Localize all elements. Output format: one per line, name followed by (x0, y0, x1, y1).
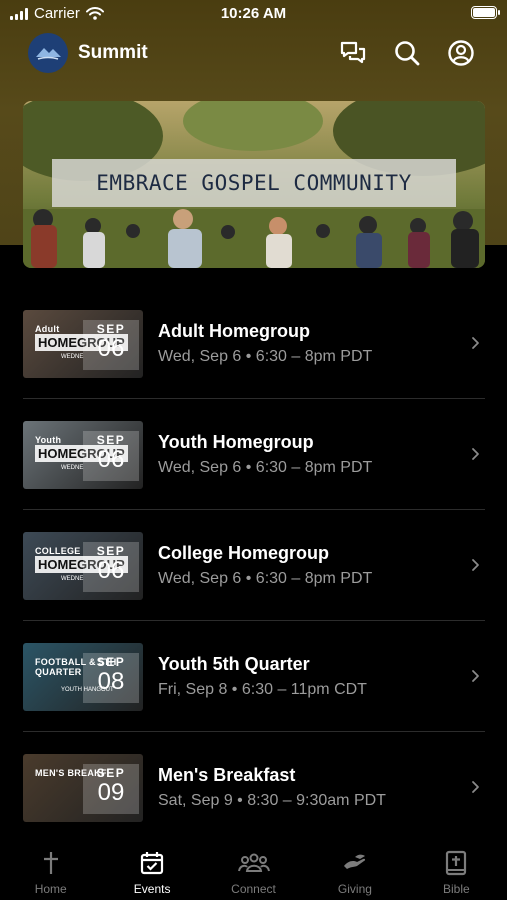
battery-icon (471, 6, 500, 19)
event-datetime: Fri, Sep 8 • 6:30 – 11pm CDT (158, 681, 367, 698)
tab-connect[interactable]: Connect (203, 842, 304, 900)
chevron-right-icon (472, 781, 479, 793)
chat-bubbles-icon (340, 41, 366, 64)
thumbnail-tag: Youth (35, 435, 62, 445)
status-bar: Carrier 10:26 AM (0, 0, 507, 28)
chevron-right-icon (472, 670, 479, 682)
tab-home[interactable]: Home (0, 842, 101, 900)
date-month: SEP (96, 322, 126, 336)
event-row[interactable]: MEN'S BREAKF SEP 09 Men's Breakfast Sat,… (23, 732, 485, 843)
event-datetime: Wed, Sep 6 • 6:30 – 8pm PDT (158, 348, 373, 365)
date-badge: SEP 06 (83, 542, 139, 592)
banner-title: EMBRACE GOSPEL COMMUNITY (52, 159, 456, 207)
summit-logo[interactable] (28, 33, 68, 73)
tab-bar: Home Events Connect Giving Bible (0, 842, 507, 900)
event-thumbnail: Adult HOMEGROUP WEDNE SEP 06 (23, 310, 143, 378)
tab-label: Events (133, 882, 171, 896)
event-title: Youth Homegroup (158, 432, 314, 452)
app-header: Summit (0, 30, 507, 76)
date-day: 06 (97, 557, 125, 584)
people-group-icon (237, 853, 270, 872)
status-time: 10:26 AM (220, 5, 287, 22)
chevron-right-icon (472, 559, 479, 571)
thumbnail-tag: Adult (35, 324, 60, 334)
event-datetime: Sat, Sep 9 • 8:30 – 9:30am PDT (158, 792, 386, 809)
thumbnail-caption: WEDNE (61, 354, 84, 360)
event-row[interactable]: COLLEGE HOMEGROUP WEDNE SEP 06 College H… (23, 510, 485, 621)
messages-button[interactable] (338, 38, 368, 68)
tab-bible[interactable]: Bible (406, 842, 507, 900)
event-row[interactable]: Youth HOMEGROUP WEDNE SEP 06 Youth Homeg… (23, 399, 485, 510)
date-badge: SEP 08 (83, 653, 139, 703)
tab-label: Home (34, 882, 67, 896)
date-month: SEP (96, 766, 126, 780)
event-thumbnail: MEN'S BREAKF SEP 09 (23, 754, 143, 822)
calendar-check-icon (141, 852, 164, 875)
date-month: SEP (96, 433, 126, 447)
date-day: 06 (97, 335, 125, 362)
thumbnail-caption: WEDNE (61, 465, 84, 471)
app-title: Summit (78, 42, 148, 63)
date-month: SEP (96, 655, 126, 669)
date-badge: SEP 06 (83, 431, 139, 481)
tab-label: Giving (337, 882, 372, 896)
tab-giving[interactable]: Giving (304, 842, 405, 900)
tab-label: Connect (231, 882, 276, 896)
event-datetime: Wed, Sep 6 • 6:30 – 8pm PDT (158, 570, 373, 587)
date-month: SEP (96, 544, 126, 558)
event-title: Youth 5th Quarter (158, 654, 310, 674)
profile-button[interactable] (446, 38, 476, 68)
event-thumbnail: FOOTBALL & 5TH QUARTER YOUTH HANGOUT SEP… (23, 643, 143, 711)
event-title: Adult Homegroup (158, 321, 310, 341)
date-day: 09 (97, 779, 125, 806)
cross-icon (43, 852, 58, 874)
event-datetime: Wed, Sep 6 • 6:30 – 8pm PDT (158, 459, 373, 476)
chevron-right-icon (472, 448, 479, 460)
featured-banner[interactable]: EMBRACE GOSPEL COMMUNITY (23, 101, 485, 268)
user-circle-icon (448, 40, 474, 66)
date-day: 08 (97, 668, 125, 695)
thumbnail-tag: COLLEGE (35, 546, 81, 556)
search-icon (395, 41, 420, 66)
tab-events[interactable]: Events (101, 842, 202, 900)
chevron-right-icon (472, 337, 479, 349)
giving-hand-icon (343, 854, 366, 869)
event-row[interactable]: Adult HOMEGROUP WEDNE SEP 06 Adult Homeg… (23, 288, 485, 399)
date-badge: SEP 09 (83, 764, 139, 814)
date-day: 06 (97, 446, 125, 473)
search-button[interactable] (392, 38, 422, 68)
thumbnail-caption: WEDNE (61, 576, 84, 582)
date-badge: SEP 06 (83, 320, 139, 370)
event-thumbnail: Youth HOMEGROUP WEDNE SEP 06 (23, 421, 143, 489)
event-title: College Homegroup (158, 543, 330, 563)
event-row[interactable]: FOOTBALL & 5TH QUARTER YOUTH HANGOUT SEP… (23, 621, 485, 732)
bible-icon (446, 850, 467, 876)
event-title: Men's Breakfast (158, 765, 296, 785)
event-thumbnail: COLLEGE HOMEGROUP WEDNE SEP 06 (23, 532, 143, 600)
event-list: Adult HOMEGROUP WEDNE SEP 06 Adult Homeg… (23, 288, 485, 843)
tab-label: Bible (442, 882, 470, 896)
